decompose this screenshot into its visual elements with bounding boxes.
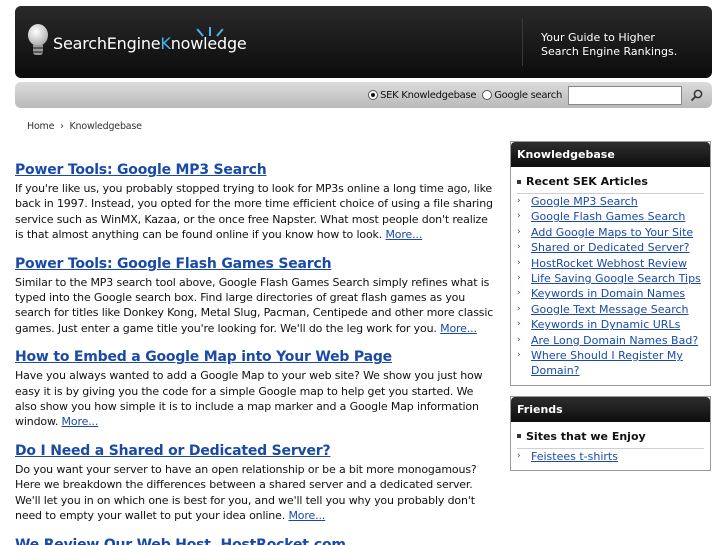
search-input[interactable] [568,85,682,105]
arrow-icon: › [517,257,521,268]
arrow-icon: › [517,334,521,345]
site-header: SearchEngineKnowledge Your Guide to High… [15,6,712,78]
article: We Review Our Web Host, HostRocket.com [15,536,495,545]
breadcrumb-separator-icon: › [60,121,64,132]
list-item: › Where Should I Register My Domain? [517,348,704,379]
article-list: Power Tools: Google MP3 Search If you're… [15,161,495,545]
sidebar-link[interactable]: Where Should I Register My Domain? [531,348,704,379]
article-title-link[interactable]: How to Embed a Google Map into Your Web … [15,348,495,366]
sidebar-link[interactable]: Shared or Dedicated Server? [531,240,690,255]
box-subheading: Recent SEK Articles [517,175,704,188]
arrow-icon: › [517,242,521,253]
article: Power Tools: Google Flash Games Search S… [15,255,495,337]
list-item: › HostRocket Webhost Review [517,256,704,271]
more-link[interactable]: More... [62,415,99,428]
radio-button[interactable] [368,90,379,100]
site-tagline: Your Guide to Higher Search Engine Ranki… [541,31,678,58]
arrow-icon: › [517,288,521,299]
sidebar-link[interactable]: Google Text Message Search [531,302,689,317]
article: How to Embed a Google Map into Your Web … [15,348,495,430]
logo-rays-icon [196,24,224,37]
list-item: › Keywords in Dynamic URLs [517,317,704,332]
arrow-icon: › [517,211,521,222]
list-item: › Add Google Maps to Your Site [517,225,704,240]
sidebar-link[interactable]: Keywords in Dynamic URLs [531,317,680,332]
search-button[interactable] [688,87,704,103]
article: Power Tools: Google MP3 Search If you're… [15,161,495,243]
logo-text: SearchEngineKnowledge [53,26,247,53]
sidebar: Knowledgebase Recent SEK Articles › Googl… [510,141,711,481]
article-summary: Similar to the MP3 search tool above, Go… [15,275,494,335]
knowledgebase-box: Knowledgebase Recent SEK Articles › Googl… [510,141,711,386]
breadcrumb: Home › Knowledgebase [27,121,145,132]
box-heading: Friends [511,396,710,422]
article-summary: If you're like us, you probably stopped … [15,182,493,242]
article-title-link[interactable]: Power Tools: Google MP3 Search [15,161,495,179]
search-icon [690,89,702,101]
arrow-icon: › [517,303,521,314]
list-item: › Google Flash Games Search [517,209,704,224]
arrow-icon: › [517,319,521,330]
search-bar: SEK Knowledgebase Google search [15,82,712,108]
list-item: › Google MP3 Search [517,194,704,209]
article-summary: Do you want your server to have an open … [15,462,477,523]
list-item: › Shared or Dedicated Server? [517,240,704,255]
search-option-sek[interactable]: SEK Knowledgebase [368,90,477,101]
site-logo[interactable]: SearchEngineKnowledge [27,24,247,58]
article-title-link[interactable]: We Review Our Web Host, HostRocket.com [15,536,495,545]
breadcrumb-home[interactable]: Home [27,121,54,132]
article-title-link[interactable]: Power Tools: Google Flash Games Search [15,255,495,273]
sidebar-link[interactable]: Google Flash Games Search [531,209,685,224]
more-link[interactable]: More... [288,509,325,522]
lightbulb-icon [27,24,49,58]
arrow-icon: › [517,450,521,461]
more-link[interactable]: More... [440,322,477,335]
friends-box: Friends Sites that we Enjoy › Feistees t-… [510,395,711,472]
list-item: › Feistees t-shirts [517,449,704,464]
article: Do I Need a Shared or Dedicated Server? … [15,442,495,524]
bullet-icon [517,434,521,439]
sidebar-link[interactable]: HostRocket Webhost Review [531,256,687,271]
friends-list: › Feistees t-shirts [517,447,704,464]
sidebar-link[interactable]: Google MP3 Search [531,194,638,209]
list-item: › Keywords in Domain Names [517,286,704,301]
list-item: › Life Saving Google Search Tips [517,271,704,286]
article-title-link[interactable]: Do I Need a Shared or Dedicated Server? [15,442,495,460]
box-heading: Knowledgebase [511,142,710,167]
bullet-icon [517,179,521,184]
article-summary: Have you always wanted to add a Google M… [15,369,483,429]
sidebar-link[interactable]: Keywords in Domain Names [531,286,685,301]
sidebar-link[interactable]: Life Saving Google Search Tips [531,271,701,286]
sidebar-link[interactable]: Add Google Maps to Your Site [531,225,693,240]
list-item: › Are Long Domain Names Bad? [517,333,704,348]
search-option-google[interactable]: Google search [482,90,562,101]
arrow-icon: › [517,350,521,361]
arrow-icon: › [517,196,521,206]
list-item: › Google Text Message Search [517,302,704,317]
radio-button[interactable] [482,90,493,100]
arrow-icon: › [517,226,521,237]
box-subheading: Sites that we Enjoy [517,430,704,443]
sidebar-link[interactable]: Are Long Domain Names Bad? [531,333,698,348]
more-link[interactable]: More... [385,228,422,241]
header-divider [522,18,523,66]
recent-articles-list: › Google MP3 Search › Google Flash Games S… [517,193,704,379]
arrow-icon: › [517,273,521,284]
breadcrumb-current: Knowledgebase [69,121,142,132]
sidebar-link[interactable]: Feistees t-shirts [531,449,618,464]
